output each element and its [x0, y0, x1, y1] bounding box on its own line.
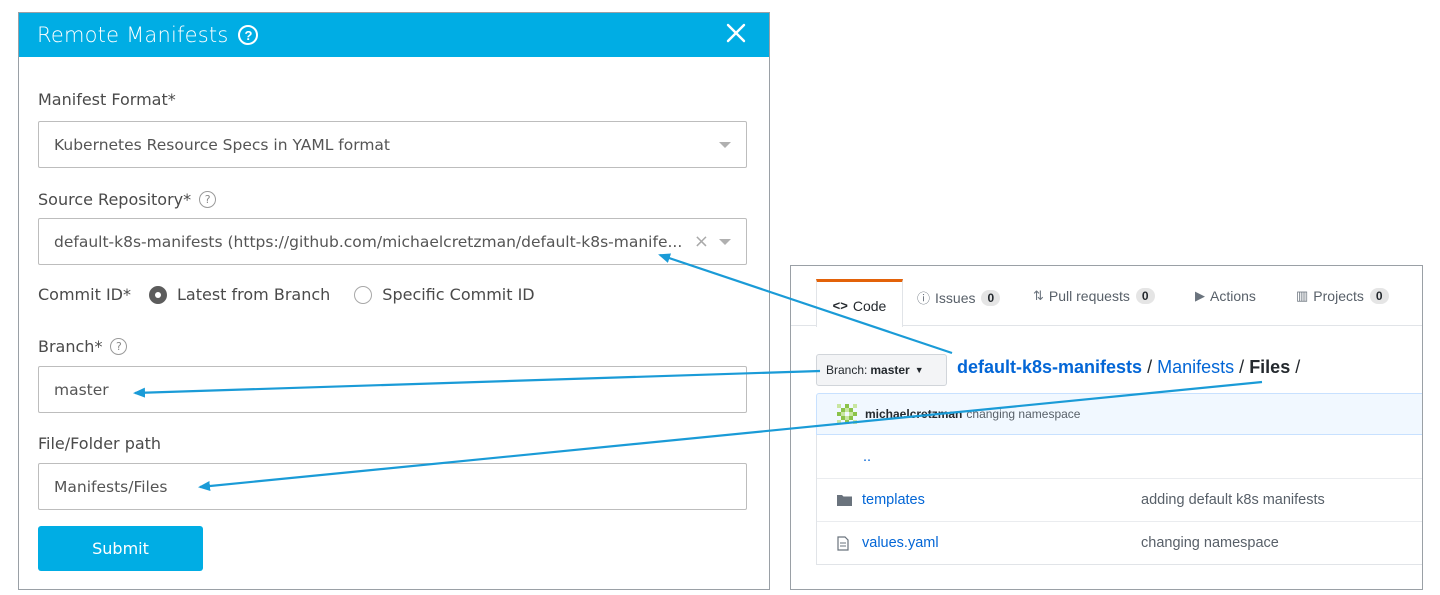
- file-path-label: File/Folder path: [38, 434, 161, 453]
- parent-dir-link[interactable]: ..: [817, 449, 1141, 465]
- breadcrumb-separator: /: [1295, 357, 1301, 377]
- source-repository-select[interactable]: default-k8s-manifests (https://github.co…: [38, 218, 747, 265]
- tab-label: Actions: [1210, 288, 1256, 304]
- manifest-format-value: Kubernetes Resource Specs in YAML format: [54, 135, 390, 154]
- breadcrumb-current: Files: [1249, 357, 1291, 377]
- branch-value: master: [54, 380, 109, 399]
- radio-label: Latest from Branch: [176, 285, 331, 304]
- radio-selected-icon[interactable]: [148, 285, 167, 304]
- file-commit-message[interactable]: adding default k8s manifests: [1141, 492, 1325, 508]
- repo-tabs: <> Code ⓘ Issues 0 ⇅ Pull requests 0 ▶ A…: [791, 266, 1422, 327]
- tab-projects[interactable]: ▥ Projects 0: [1296, 288, 1389, 304]
- manifest-format-select[interactable]: Kubernetes Resource Specs in YAML format: [38, 121, 747, 168]
- tab-pull-requests[interactable]: ⇅ Pull requests 0: [1033, 288, 1155, 304]
- radio-latest-from-branch[interactable]: Latest from Branch: [148, 285, 331, 304]
- source-repository-value: default-k8s-manifests (https://github.co…: [54, 232, 683, 251]
- tab-label: Pull requests: [1048, 288, 1130, 304]
- help-icon[interactable]: ?: [199, 191, 217, 208]
- dialog-title: Remote Manifests: [37, 23, 229, 47]
- dialog-header: Remote Manifests ?: [19, 13, 769, 57]
- branch-name: master: [870, 363, 910, 377]
- commit-id-row: Commit ID* Latest from Branch Specific C…: [38, 285, 535, 304]
- file-commit-message[interactable]: changing namespace: [1141, 535, 1279, 551]
- project-icon: ▥: [1296, 288, 1309, 303]
- folder-icon: [837, 494, 853, 506]
- list-item[interactable]: templates adding default k8s manifests: [817, 478, 1422, 521]
- tab-label: Code: [852, 297, 887, 314]
- file-path-value: Manifests/Files: [54, 477, 168, 496]
- file-path-input[interactable]: Manifests/Files: [38, 463, 747, 510]
- tab-actions[interactable]: ▶ Actions: [1195, 288, 1256, 304]
- submit-button[interactable]: Submit: [38, 526, 203, 571]
- commit-id-label: Commit ID*: [38, 285, 131, 304]
- tab-code[interactable]: <> Code: [816, 279, 903, 327]
- file-name-cell: values.yaml: [817, 535, 1141, 551]
- chevron-down-icon[interactable]: [719, 238, 731, 245]
- commit-message[interactable]: changing namespace: [966, 407, 1080, 421]
- list-item[interactable]: values.yaml changing namespace: [817, 521, 1422, 564]
- file-list: .. templates adding default k8s manifest…: [816, 435, 1422, 565]
- help-icon[interactable]: ?: [238, 25, 259, 45]
- manifest-format-label-text: Manifest Format*: [38, 90, 176, 109]
- issue-icon: ⓘ: [917, 291, 931, 306]
- breadcrumb-dir-link[interactable]: Manifests: [1157, 357, 1234, 377]
- breadcrumb: default-k8s-manifests / Manifests / File…: [957, 357, 1300, 378]
- branch-label-text: Branch*: [38, 337, 103, 356]
- projects-count: 0: [1369, 288, 1389, 304]
- play-icon: ▶: [1195, 288, 1205, 303]
- tab-label: Issues: [935, 289, 976, 306]
- clear-icon[interactable]: ×: [694, 231, 709, 252]
- radio-label: Specific Commit ID: [382, 285, 535, 304]
- branch-prefix: Branch:: [826, 363, 868, 377]
- list-item[interactable]: ..: [817, 435, 1422, 478]
- branch-input[interactable]: master: [38, 366, 747, 413]
- radio-specific-commit-id[interactable]: Specific Commit ID: [354, 285, 535, 304]
- file-path-label-text: File/Folder path: [38, 434, 162, 453]
- close-icon[interactable]: [725, 22, 747, 44]
- radio-unselected-icon[interactable]: [354, 285, 373, 304]
- source-repository-label-text: Source Repository*: [38, 190, 192, 209]
- remote-manifests-dialog: Remote Manifests ? Manifest Format* Kube…: [18, 12, 770, 590]
- file-name-cell: templates: [817, 492, 1141, 508]
- manifest-format-label: Manifest Format*: [38, 90, 176, 109]
- tab-label: Projects: [1313, 288, 1364, 304]
- pull-request-icon: ⇅: [1033, 288, 1044, 303]
- code-icon: <>: [832, 298, 848, 313]
- github-repo-panel: <> Code ⓘ Issues 0 ⇅ Pull requests 0 ▶ A…: [790, 265, 1423, 590]
- file-icon: [837, 535, 853, 551]
- tab-issues[interactable]: ⓘ Issues 0: [917, 288, 1001, 307]
- breadcrumb-separator: /: [1239, 357, 1245, 377]
- source-repository-label: Source Repository* ?: [38, 190, 217, 209]
- branch-label: Branch* ?: [38, 337, 128, 356]
- branch-selector-button[interactable]: Branch: master ▼: [816, 354, 947, 386]
- issues-count: 0: [981, 289, 1001, 306]
- file-name-link[interactable]: values.yaml: [862, 535, 939, 551]
- latest-commit-bar: michaelcretzman changing namespace: [816, 393, 1422, 435]
- caret-down-icon: ▼: [914, 365, 924, 375]
- avatar[interactable]: [837, 404, 857, 424]
- commit-author[interactable]: michaelcretzman: [865, 407, 962, 421]
- breadcrumb-repo-link[interactable]: default-k8s-manifests: [957, 357, 1142, 377]
- pull-requests-count: 0: [1135, 288, 1155, 304]
- breadcrumb-separator: /: [1147, 357, 1153, 377]
- file-name-link[interactable]: templates: [862, 492, 925, 508]
- help-icon[interactable]: ?: [110, 338, 128, 355]
- chevron-down-icon[interactable]: [719, 141, 731, 148]
